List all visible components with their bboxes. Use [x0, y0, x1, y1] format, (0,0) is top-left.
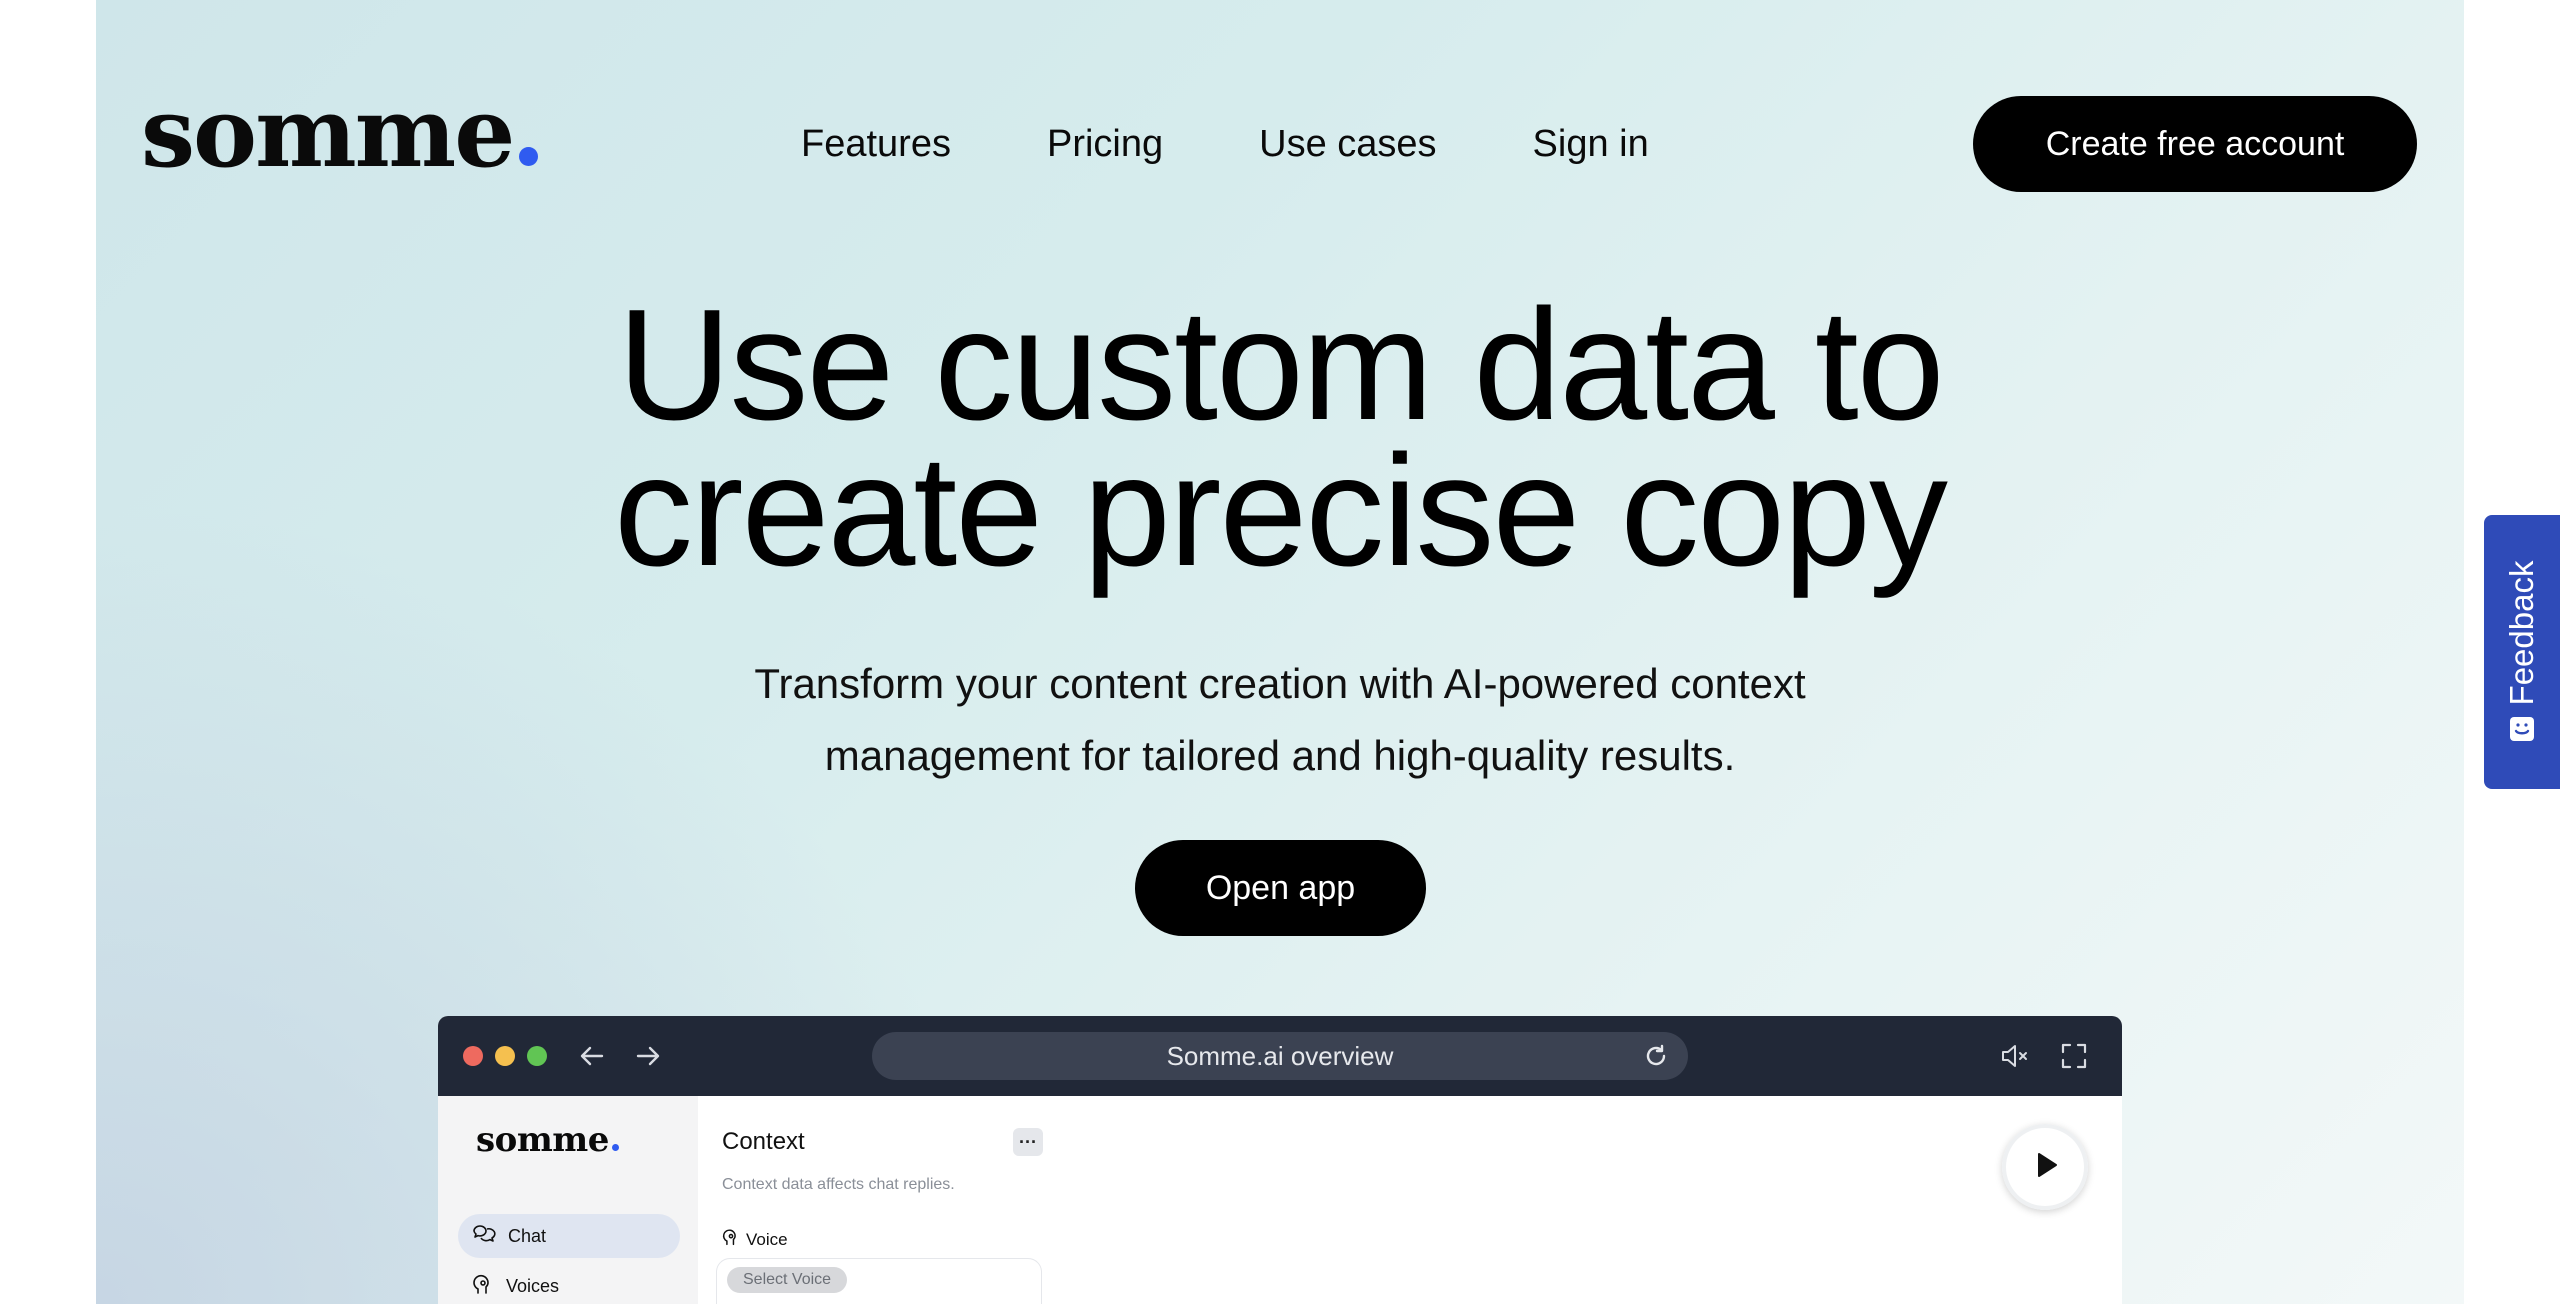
voice-label-text: Voice	[746, 1229, 788, 1249]
open-app-button[interactable]: Open app	[1135, 840, 1426, 936]
hero-title: Use custom data to create precise copy	[96, 277, 2464, 599]
voice-select[interactable]: Select Voice	[716, 1258, 1042, 1304]
fullscreen-icon[interactable]	[2056, 1038, 2092, 1074]
nav-link-pricing[interactable]: Pricing	[1047, 116, 1163, 172]
page-background: somme Features Pricing Use cases Sign in…	[96, 0, 2464, 1304]
preview-logo-text: somme	[476, 1120, 609, 1160]
app-preview-window: Somme.ai overview somme Chat Voices Cont…	[438, 1016, 2122, 1304]
site-logo[interactable]: somme	[141, 76, 539, 189]
window-close-dot[interactable]	[463, 1046, 483, 1066]
preview-logo-dot	[611, 1144, 619, 1151]
logo-text: somme	[141, 76, 515, 189]
context-panel: Context ··· Context data affects chat re…	[698, 1096, 1059, 1304]
url-text: Somme.ai overview	[1166, 1040, 1394, 1071]
context-description: Context data affects chat replies.	[722, 1176, 955, 1193]
create-account-button[interactable]: Create free account	[1973, 96, 2417, 192]
sidebar-item-label: Voices	[506, 1275, 560, 1296]
url-bar[interactable]: Somme.ai overview	[872, 1032, 1688, 1080]
voice-icon	[722, 1228, 740, 1251]
sidebar-item-voices[interactable]: Voices	[458, 1264, 680, 1304]
preview-sidebar: somme Chat Voices	[438, 1096, 699, 1304]
hero-subtitle: Transform your content creation with AI-…	[96, 648, 2464, 792]
sidebar-item-label: Chat	[508, 1225, 547, 1246]
preview-logo[interactable]: somme	[476, 1120, 619, 1160]
sidebar-item-chat[interactable]: Chat	[458, 1214, 680, 1258]
nav-link-features[interactable]: Features	[801, 116, 951, 172]
more-options-button[interactable]: ···	[1013, 1128, 1043, 1156]
back-arrow-icon[interactable]	[574, 1038, 610, 1074]
play-icon	[2028, 1148, 2062, 1187]
preview-canvas	[1058, 1096, 2122, 1304]
voice-icon	[472, 1273, 494, 1300]
nav-link-sign-in[interactable]: Sign in	[1533, 116, 1649, 172]
select-voice-pill[interactable]: Select Voice	[727, 1267, 848, 1293]
window-minimize-dot[interactable]	[495, 1046, 515, 1066]
preview-titlebar: Somme.ai overview	[438, 1016, 2122, 1096]
reload-icon[interactable]	[1640, 1040, 1672, 1072]
chat-icon	[472, 1223, 496, 1250]
context-title: Context	[722, 1128, 805, 1155]
hero-subtitle-line-2: management for tailored and high-quality…	[824, 732, 1736, 779]
play-button[interactable]	[2002, 1124, 2088, 1210]
logo-dot	[519, 147, 539, 166]
preview-app-body: somme Chat Voices Context ··· Context da…	[438, 1096, 2122, 1304]
hero-title-line-1: Use custom data to	[617, 277, 1944, 453]
mute-icon[interactable]	[1996, 1038, 2032, 1074]
smile-chat-icon	[2508, 715, 2536, 743]
window-maximize-dot[interactable]	[527, 1046, 547, 1066]
nav-link-use-cases[interactable]: Use cases	[1259, 116, 1436, 172]
hero-subtitle-line-1: Transform your content creation with AI-…	[754, 660, 1806, 707]
feedback-tab[interactable]: Feedback	[2484, 515, 2560, 789]
forward-arrow-icon[interactable]	[630, 1038, 666, 1074]
feedback-label: Feedback	[2503, 560, 2540, 706]
main-nav: Features Pricing Use cases Sign in	[801, 116, 1649, 172]
voice-field-label: Voice	[722, 1228, 788, 1251]
hero-title-line-2: create precise copy	[613, 423, 1948, 599]
